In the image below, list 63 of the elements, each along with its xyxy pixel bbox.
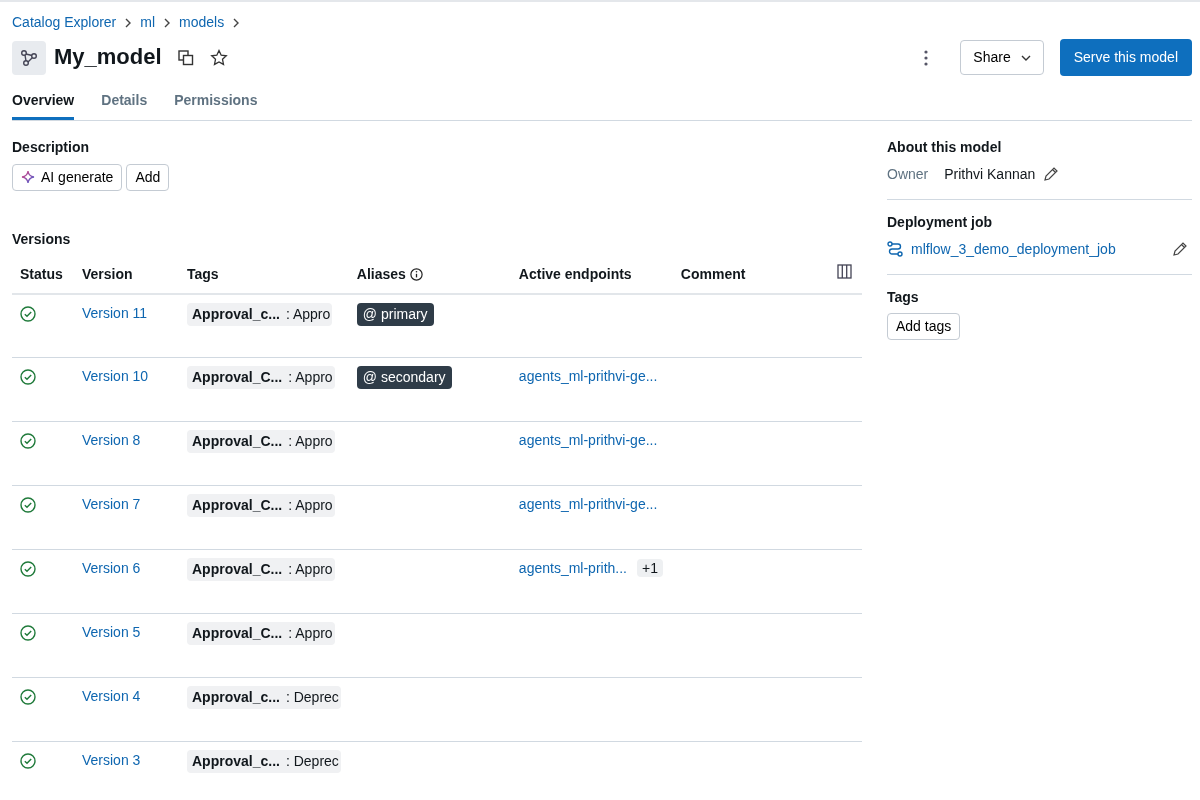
tag-chip: Approval_c... : Deprec [187, 750, 341, 774]
version-link[interactable]: Version 10 [82, 368, 149, 385]
column-header: Status [20, 265, 63, 282]
column-header: Comment [680, 265, 746, 282]
alias-chip: @ primary [356, 302, 434, 326]
edit-button[interactable] [1043, 166, 1060, 183]
section-heading: Tags [887, 288, 920, 306]
ai-generate-button[interactable]: AI generate [12, 163, 123, 191]
sparkle-icon [21, 170, 35, 185]
model-icon [12, 40, 46, 75]
tab[interactable]: Details [101, 90, 148, 120]
section-heading: About this model [887, 139, 1003, 156]
model-title: My_model [54, 44, 162, 71]
chevron-right-icon [163, 17, 172, 28]
chevron-right-icon [124, 17, 133, 28]
more-options-button[interactable] [924, 49, 929, 66]
column-header: Aliases [356, 264, 406, 284]
column-header: Tags [187, 265, 219, 282]
version-link[interactable]: Version 3 [82, 752, 141, 769]
copy-button[interactable] [177, 49, 194, 66]
version-link[interactable]: Version 8 [82, 432, 141, 449]
section-heading: Versions [12, 230, 72, 248]
star-button[interactable] [209, 48, 228, 67]
tag-chip: Approval_C... : Appro [187, 622, 335, 646]
tag-chip: Approval_c... : Appro [187, 302, 333, 326]
version-link[interactable]: Version 5 [82, 624, 141, 641]
add-button[interactable]: Add [126, 163, 170, 191]
breadcrumb-link[interactable]: models [179, 12, 225, 33]
endpoint-link[interactable]: agents_ml-prith... [518, 560, 627, 577]
endpoint-link[interactable]: agents_ml-prithvi-ge... [518, 496, 658, 513]
section-heading: Deployment job [887, 213, 993, 231]
more-count: +1 [637, 559, 663, 578]
tag-chip: Approval_C... : Appro [187, 366, 335, 390]
version-link[interactable]: Version 11 [82, 304, 148, 321]
tag-chip: Approval_C... : Appro [187, 430, 335, 454]
tag-chip: Approval_c... : Deprec [187, 686, 341, 710]
version-link[interactable]: Version 7 [82, 496, 141, 513]
tag-chip: Approval_C... : Appro [187, 494, 335, 518]
version-link[interactable]: Version 4 [82, 688, 141, 705]
add-tags-button[interactable]: Add tags [887, 313, 961, 341]
share-button[interactable]: Share [960, 40, 1044, 75]
endpoint-link[interactable]: agents_ml-prithvi-ge... [518, 432, 658, 449]
owner-name: Prithvi Kannan [944, 164, 1036, 184]
edit-button[interactable] [1172, 241, 1188, 258]
tab[interactable]: Permissions [174, 90, 258, 120]
column-settings-button[interactable] [837, 263, 852, 279]
section-heading: Description [12, 139, 90, 156]
version-link[interactable]: Version 6 [82, 560, 141, 577]
field-label: Owner [887, 164, 929, 184]
serve-model-button[interactable]: Serve this model [1059, 39, 1192, 76]
column-header: Active endpoints [518, 265, 632, 282]
job-link[interactable]: mlflow_3_demo_deployment_job [911, 238, 1116, 260]
workflow-icon [887, 241, 903, 258]
chevron-right-icon [232, 17, 241, 28]
endpoint-link[interactable]: agents_ml-prithvi-ge... [518, 368, 658, 385]
tab[interactable]: Overview [12, 90, 75, 120]
chevron-down-icon [1020, 54, 1031, 61]
breadcrumb-link[interactable]: ml [140, 12, 156, 33]
column-header: Version [82, 265, 133, 282]
alias-chip: @ secondary [356, 366, 452, 390]
info-icon [409, 267, 423, 281]
tag-chip: Approval_C... : Appro [187, 558, 335, 582]
breadcrumb-link[interactable]: Catalog Explorer [12, 12, 117, 33]
